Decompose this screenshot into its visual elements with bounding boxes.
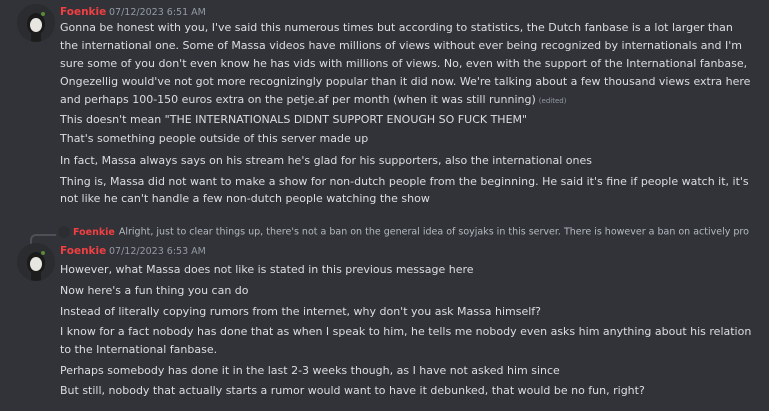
message-line: Now here's a fun thing you can do xyxy=(60,284,249,297)
edited-label: (edited) xyxy=(538,97,567,105)
avatar[interactable] xyxy=(17,243,55,281)
timestamp: 07/12/2023 6:51 AM xyxy=(109,7,206,18)
message-line: Perhaps somebody has done it in the last… xyxy=(60,364,560,377)
avatar-image xyxy=(17,243,55,281)
message-text: and perhaps 100-150 euros extra on the p… xyxy=(60,93,536,106)
reply-avatar xyxy=(58,226,70,238)
reply-reference[interactable]: Foenkie Alright, just to clear things up,… xyxy=(58,226,766,240)
message-line: not like he can't handle a few non-dutch… xyxy=(60,192,430,205)
message-line: Instead of literally copying rumors from… xyxy=(60,305,541,318)
avatar[interactable] xyxy=(17,4,55,42)
message-line: This doesn't mean "THE INTERNATIONALS DI… xyxy=(60,113,528,126)
message-line: However, what Massa does not like is sta… xyxy=(60,263,474,276)
reply-author[interactable]: Foenkie xyxy=(73,227,115,238)
message-line: to the International fanbase. xyxy=(60,343,218,356)
message-line: But still, nobody that actually starts a… xyxy=(60,384,645,397)
message-line: sure some of you don't even know he has … xyxy=(60,57,748,70)
message-line: Thing is, Massa did not want to make a s… xyxy=(60,175,749,188)
message-line: I know for a fact nobody has done that a… xyxy=(60,325,752,338)
message-line: and perhaps 100-150 euros extra on the p… xyxy=(60,91,765,110)
message-line: Gonna be honest with you, I've said this… xyxy=(60,21,733,34)
message-line: the international one. Some of Massa vid… xyxy=(60,39,742,52)
author-name[interactable]: Foenkie xyxy=(60,6,106,18)
message-line: That's something people outside of this … xyxy=(60,132,369,145)
reply-text[interactable]: Alright, just to clear things up, there'… xyxy=(119,227,749,238)
message-line: Ongezellig would've not got more recogni… xyxy=(60,75,751,88)
message-line: In fact, Massa always says on his stream… xyxy=(60,154,592,167)
avatar-image xyxy=(17,4,55,42)
author-name[interactable]: Foenkie xyxy=(60,245,106,257)
timestamp: 07/12/2023 6:53 AM xyxy=(109,246,206,257)
